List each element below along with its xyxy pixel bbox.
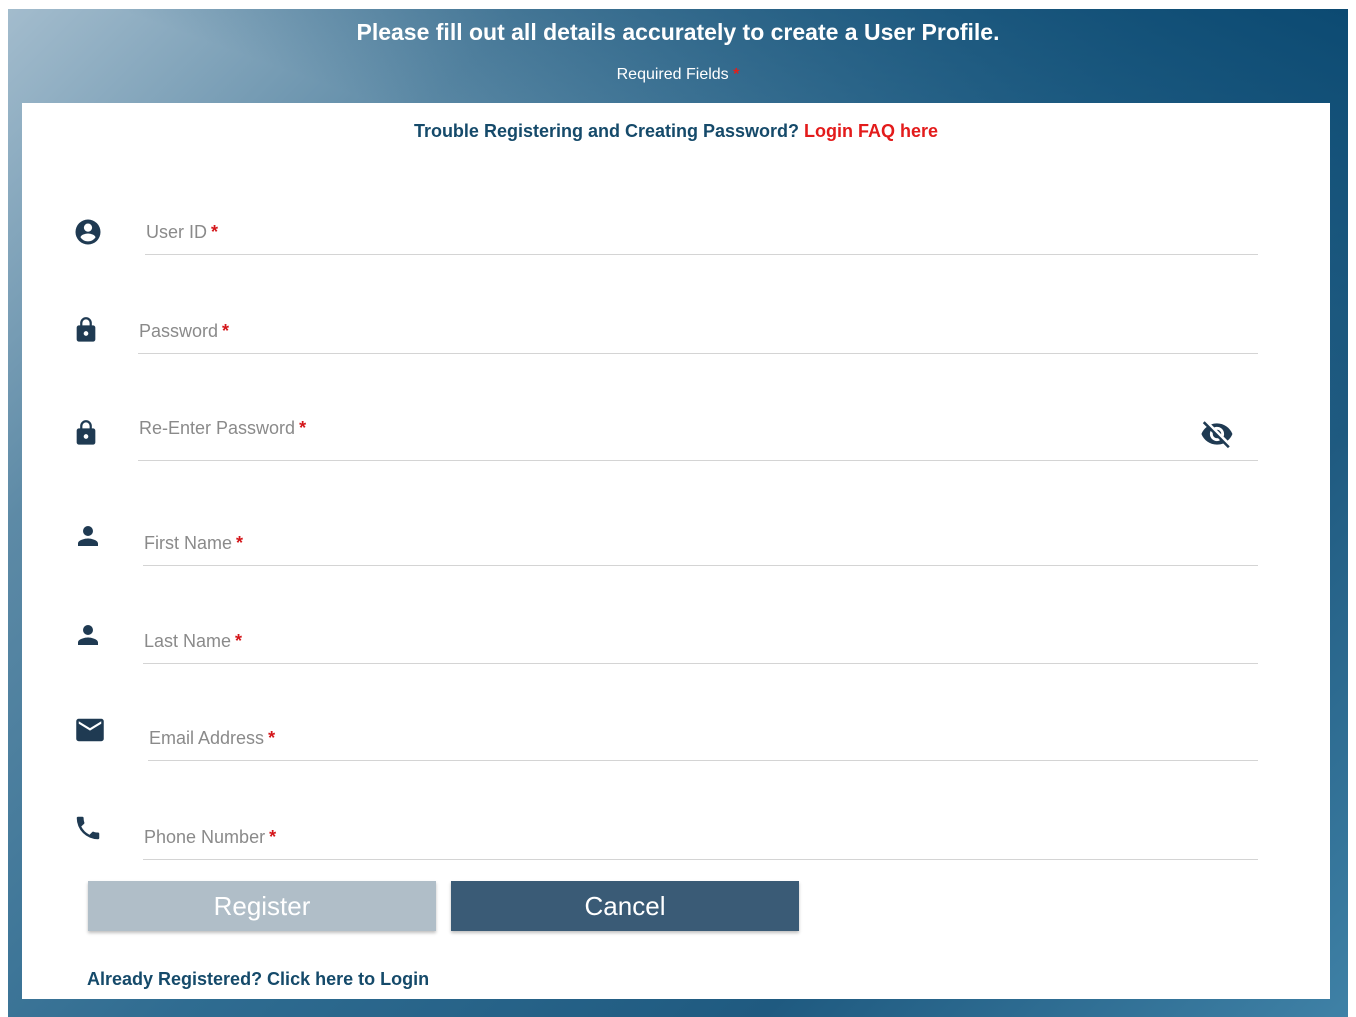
first-name-field[interactable]: First Name * bbox=[143, 521, 1258, 566]
reenter-password-label: Re-Enter Password * bbox=[139, 418, 307, 438]
phone-label: Phone Number * bbox=[144, 827, 277, 847]
required-marker: * bbox=[269, 827, 277, 847]
lock-icon bbox=[71, 418, 101, 448]
reenter-password-field[interactable]: Re-Enter Password * bbox=[138, 406, 1258, 461]
account-circle-icon bbox=[73, 217, 103, 247]
user-id-label: User ID * bbox=[146, 222, 219, 242]
person-icon bbox=[73, 521, 103, 551]
login-link[interactable]: Already Registered? Click here to Login bbox=[87, 969, 429, 990]
phone-field[interactable]: Phone Number * bbox=[143, 815, 1258, 860]
required-marker: * bbox=[733, 66, 740, 83]
registration-form: Trouble Registering and Creating Passwor… bbox=[22, 103, 1330, 999]
mail-icon bbox=[75, 715, 105, 745]
required-marker: * bbox=[236, 533, 244, 553]
required-marker: * bbox=[211, 222, 219, 242]
page-title: Please fill out all details accurately t… bbox=[356, 19, 1000, 45]
phone-icon bbox=[73, 813, 103, 843]
required-fields-note: Required Fields * bbox=[8, 66, 1348, 84]
required-marker: * bbox=[235, 631, 243, 651]
email-field[interactable]: Email Address * bbox=[148, 716, 1258, 761]
email-label: Email Address * bbox=[149, 728, 276, 748]
lock-icon bbox=[71, 315, 101, 345]
user-id-field[interactable]: User ID * bbox=[145, 210, 1258, 255]
register-button[interactable]: Register bbox=[88, 881, 436, 931]
cancel-button[interactable]: Cancel bbox=[451, 881, 799, 931]
last-name-label: Last Name * bbox=[144, 631, 243, 651]
required-marker: * bbox=[222, 321, 230, 341]
help-line: Trouble Registering and Creating Passwor… bbox=[22, 121, 1330, 142]
required-marker: * bbox=[268, 728, 276, 748]
person-icon bbox=[73, 620, 103, 650]
password-field[interactable]: Password * bbox=[138, 309, 1258, 354]
help-text: Trouble Registering and Creating Passwor… bbox=[413, 121, 800, 141]
required-fields-label: Required Fields bbox=[616, 66, 729, 83]
login-faq-link[interactable]: Login FAQ here bbox=[804, 121, 938, 141]
eye-off-icon[interactable] bbox=[1196, 416, 1238, 452]
first-name-label: First Name * bbox=[144, 533, 244, 553]
background-panel: Please fill out all details accurately t… bbox=[8, 9, 1348, 1017]
last-name-field[interactable]: Last Name * bbox=[143, 619, 1258, 664]
required-marker: * bbox=[299, 418, 307, 438]
password-label: Password * bbox=[139, 321, 230, 341]
